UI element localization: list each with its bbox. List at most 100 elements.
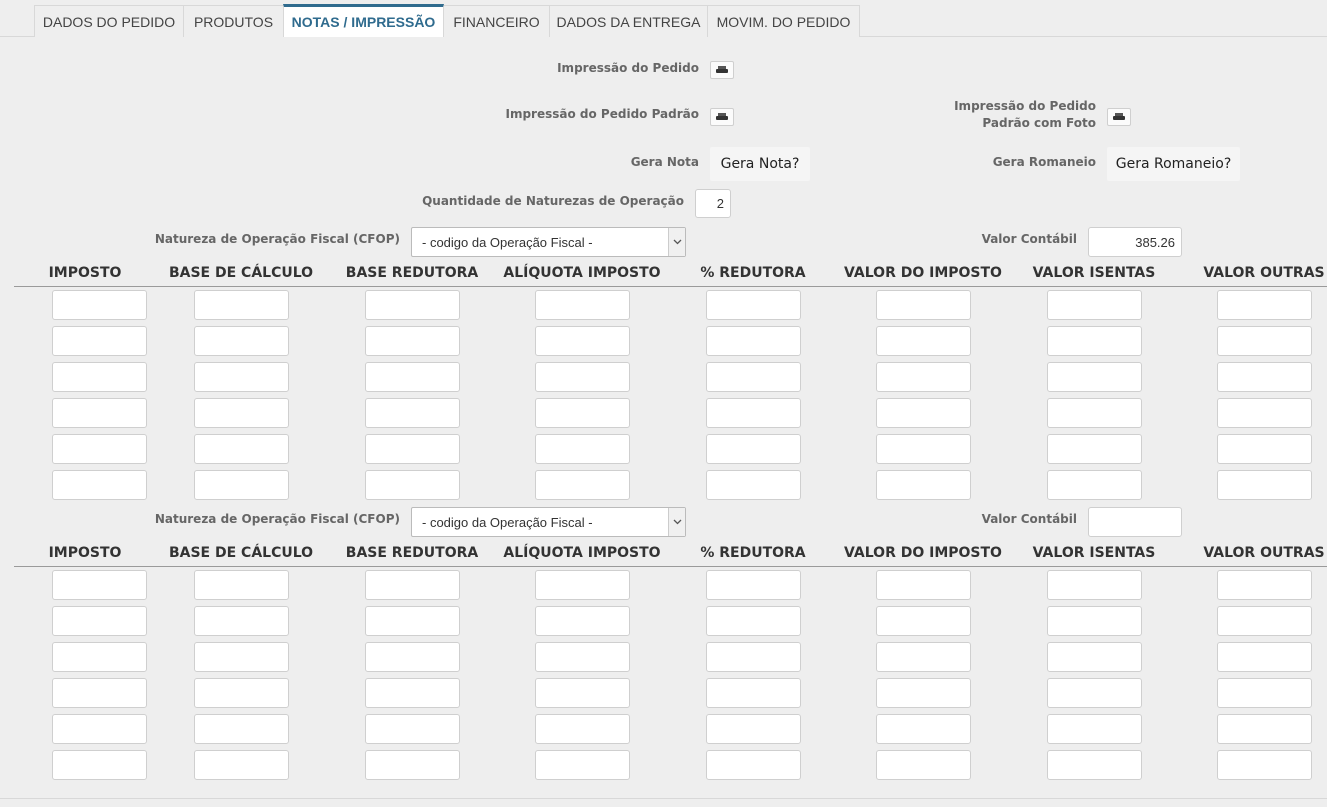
impressao-pedido-padrao-button[interactable] (710, 108, 734, 126)
valor-outras-input[interactable] (1217, 642, 1312, 672)
imposto-input[interactable] (52, 470, 147, 500)
valor-imposto-input[interactable] (876, 714, 971, 744)
valor-outras-input[interactable] (1217, 714, 1312, 744)
aliquota-imposto-input[interactable] (535, 398, 630, 428)
redutora-input[interactable] (706, 606, 801, 636)
tab-notas-impressao[interactable]: NOTAS / IMPRESSÃO (283, 4, 444, 37)
cfop-select[interactable]: - codigo da Operação Fiscal - (411, 507, 686, 537)
aliquota-imposto-input[interactable] (535, 470, 630, 500)
valor-isentas-input[interactable] (1047, 570, 1142, 600)
aliquota-imposto-input[interactable] (535, 678, 630, 708)
redutora-input[interactable] (706, 678, 801, 708)
aliquota-imposto-input[interactable] (535, 290, 630, 320)
valor-outras-input[interactable] (1217, 362, 1312, 392)
redutora-input[interactable] (706, 434, 801, 464)
aliquota-imposto-input[interactable] (535, 606, 630, 636)
redutora-input[interactable] (706, 362, 801, 392)
base-calculo-input[interactable] (194, 642, 289, 672)
valor-isentas-input[interactable] (1047, 606, 1142, 636)
valor-outras-input[interactable] (1217, 326, 1312, 356)
imposto-input[interactable] (52, 570, 147, 600)
impressao-pedido-padrao-foto-button[interactable] (1107, 108, 1131, 126)
aliquota-imposto-input[interactable] (535, 362, 630, 392)
imposto-input[interactable] (52, 606, 147, 636)
cfop-select[interactable]: - codigo da Operação Fiscal - (411, 227, 686, 257)
valor-outras-input[interactable] (1217, 570, 1312, 600)
base-redutora-input[interactable] (365, 642, 460, 672)
base-calculo-input[interactable] (194, 434, 289, 464)
valor-isentas-input[interactable] (1047, 290, 1142, 320)
valor-isentas-input[interactable] (1047, 642, 1142, 672)
base-calculo-input[interactable] (194, 362, 289, 392)
valor-outras-input[interactable] (1217, 750, 1312, 780)
aliquota-imposto-input[interactable] (535, 642, 630, 672)
impressao-pedido-button[interactable] (710, 61, 734, 79)
aliquota-imposto-input[interactable] (535, 570, 630, 600)
base-redutora-input[interactable] (365, 678, 460, 708)
base-redutora-input[interactable] (365, 398, 460, 428)
base-calculo-input[interactable] (194, 714, 289, 744)
base-redutora-input[interactable] (365, 290, 460, 320)
base-calculo-input[interactable] (194, 678, 289, 708)
base-calculo-input[interactable] (194, 570, 289, 600)
valor-isentas-input[interactable] (1047, 750, 1142, 780)
imposto-input[interactable] (52, 642, 147, 672)
base-redutora-input[interactable] (365, 434, 460, 464)
tab-financeiro[interactable]: FINANCEIRO (444, 5, 550, 37)
valor-outras-input[interactable] (1217, 606, 1312, 636)
redutora-input[interactable] (706, 642, 801, 672)
redutora-input[interactable] (706, 326, 801, 356)
valor-imposto-input[interactable] (876, 750, 971, 780)
tab-dados-do-pedido[interactable]: DADOS DO PEDIDO (34, 5, 184, 37)
valor-isentas-input[interactable] (1047, 678, 1142, 708)
tab-produtos[interactable]: PRODUTOS (184, 5, 284, 37)
imposto-input[interactable] (52, 326, 147, 356)
valor-imposto-input[interactable] (876, 398, 971, 428)
valor-contabil-input[interactable]: 385.26 (1088, 227, 1182, 257)
imposto-input[interactable] (52, 434, 147, 464)
gera-romaneio-button[interactable]: Gera Romaneio? (1107, 147, 1240, 181)
imposto-input[interactable] (52, 290, 147, 320)
valor-isentas-input[interactable] (1047, 326, 1142, 356)
valor-isentas-input[interactable] (1047, 470, 1142, 500)
valor-imposto-input[interactable] (876, 678, 971, 708)
base-calculo-input[interactable] (194, 606, 289, 636)
base-redutora-input[interactable] (365, 750, 460, 780)
valor-contabil-input[interactable] (1088, 507, 1182, 537)
gera-nota-button[interactable]: Gera Nota? (710, 147, 810, 181)
redutora-input[interactable] (706, 714, 801, 744)
base-redutora-input[interactable] (365, 606, 460, 636)
base-calculo-input[interactable] (194, 290, 289, 320)
imposto-input[interactable] (52, 714, 147, 744)
valor-imposto-input[interactable] (876, 642, 971, 672)
base-redutora-input[interactable] (365, 362, 460, 392)
valor-isentas-input[interactable] (1047, 362, 1142, 392)
imposto-input[interactable] (52, 678, 147, 708)
valor-imposto-input[interactable] (876, 434, 971, 464)
aliquota-imposto-input[interactable] (535, 326, 630, 356)
tab-movim-do-pedido[interactable]: MOVIM. DO PEDIDO (708, 5, 860, 37)
base-redutora-input[interactable] (365, 326, 460, 356)
tab-dados-da-entrega[interactable]: DADOS DA ENTREGA (550, 5, 708, 37)
redutora-input[interactable] (706, 750, 801, 780)
valor-imposto-input[interactable] (876, 362, 971, 392)
imposto-input[interactable] (52, 362, 147, 392)
aliquota-imposto-input[interactable] (535, 714, 630, 744)
base-redutora-input[interactable] (365, 714, 460, 744)
redutora-input[interactable] (706, 398, 801, 428)
quantidade-naturezas-input[interactable]: 2 (695, 189, 731, 218)
valor-outras-input[interactable] (1217, 398, 1312, 428)
valor-imposto-input[interactable] (876, 570, 971, 600)
valor-isentas-input[interactable] (1047, 434, 1142, 464)
base-calculo-input[interactable] (194, 326, 289, 356)
valor-outras-input[interactable] (1217, 678, 1312, 708)
imposto-input[interactable] (52, 750, 147, 780)
valor-outras-input[interactable] (1217, 470, 1312, 500)
valor-imposto-input[interactable] (876, 290, 971, 320)
aliquota-imposto-input[interactable] (535, 434, 630, 464)
valor-imposto-input[interactable] (876, 606, 971, 636)
valor-isentas-input[interactable] (1047, 398, 1142, 428)
aliquota-imposto-input[interactable] (535, 750, 630, 780)
base-calculo-input[interactable] (194, 750, 289, 780)
valor-isentas-input[interactable] (1047, 714, 1142, 744)
